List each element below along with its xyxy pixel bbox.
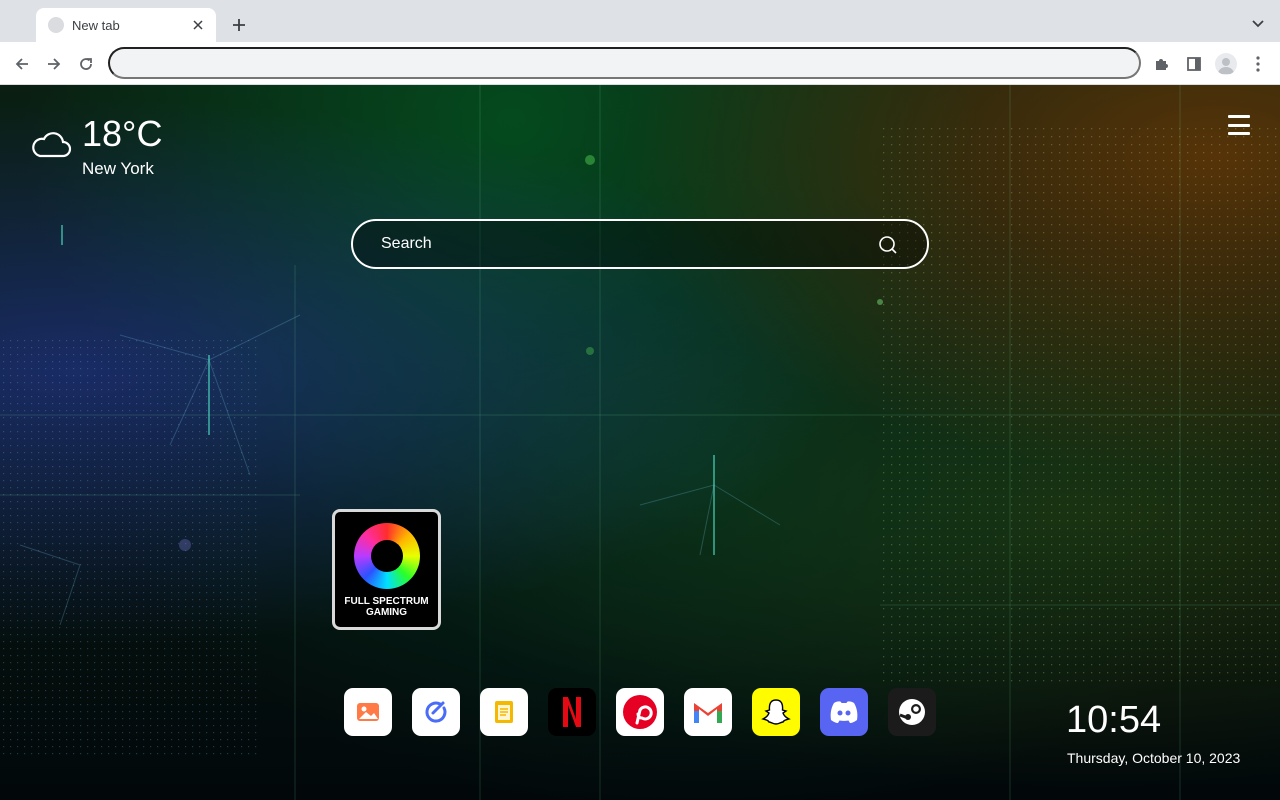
new-tab-page: 18°C New York FULL SPECTRUM GAMING (0, 85, 1280, 800)
tab-strip: New tab (0, 0, 1280, 42)
full-spectrum-gaming-tile[interactable]: FULL SPECTRUM GAMING (332, 509, 441, 630)
clock-time: 10:54 (1066, 699, 1162, 741)
cloud-icon (32, 132, 72, 158)
pinterest-app[interactable] (616, 688, 664, 736)
netflix-app[interactable] (548, 688, 596, 736)
note-icon (495, 701, 513, 723)
snapchat-icon (761, 699, 791, 725)
tasks-app[interactable] (412, 688, 460, 736)
gmail-icon (694, 703, 722, 723)
clock-date: Thursday, October 10, 2023 (1067, 750, 1241, 766)
app-dock (344, 688, 936, 736)
tile-label: FULL SPECTRUM GAMING (344, 596, 429, 618)
reload-icon[interactable] (73, 51, 99, 77)
plus-icon[interactable] (228, 14, 250, 36)
image-icon (357, 703, 379, 721)
search-icon[interactable] (877, 234, 899, 256)
extensions-puzzle-icon[interactable] (1149, 51, 1175, 77)
address-bar[interactable] (108, 47, 1141, 79)
discord-app[interactable] (820, 688, 868, 736)
search-input[interactable] (381, 232, 861, 256)
check-circle-icon (425, 701, 447, 723)
hamburger-menu-icon[interactable] (1228, 115, 1250, 135)
close-icon[interactable] (190, 17, 206, 33)
tab-favicon-icon (48, 17, 64, 33)
discord-icon (830, 701, 858, 723)
kebab-menu-icon[interactable] (1245, 51, 1271, 77)
active-tab[interactable]: New tab (36, 8, 216, 42)
profile-avatar-icon[interactable] (1213, 51, 1239, 77)
temperature: 18°C (82, 113, 163, 154)
gmail-app[interactable] (684, 688, 732, 736)
tab-title: New tab (72, 17, 120, 33)
snapchat-app[interactable] (752, 688, 800, 736)
side-panel-icon[interactable] (1181, 51, 1207, 77)
photos-app[interactable] (344, 688, 392, 736)
spectrum-ring-logo (354, 523, 420, 589)
steam-icon (899, 699, 925, 725)
browser-toolbar (0, 42, 1280, 85)
notes-app[interactable] (480, 688, 528, 736)
steam-app[interactable] (888, 688, 936, 736)
netflix-icon (563, 697, 581, 727)
city-name: New York (82, 159, 154, 178)
search-bar[interactable] (351, 219, 929, 269)
back-arrow-icon[interactable] (9, 51, 35, 77)
pinterest-icon (623, 695, 657, 729)
forward-arrow-icon[interactable] (41, 51, 67, 77)
chevron-down-icon[interactable] (1248, 14, 1268, 34)
